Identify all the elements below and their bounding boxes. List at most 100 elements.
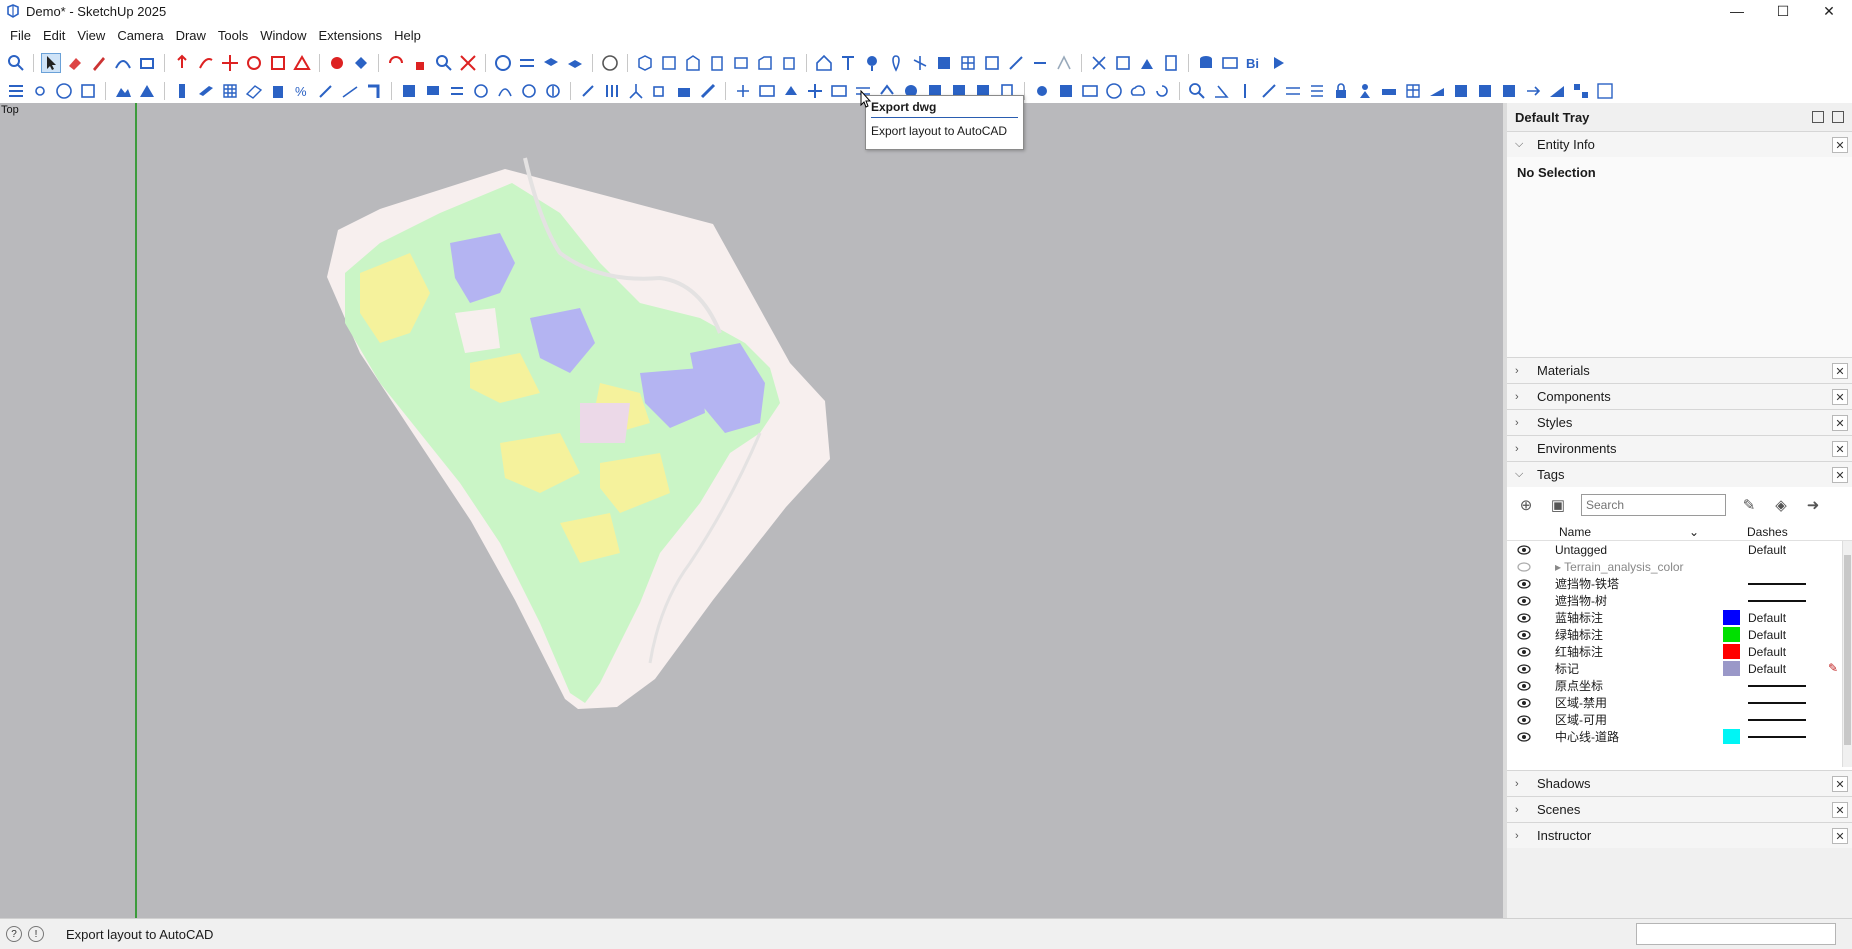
tile-c-icon[interactable] [1499,81,1519,101]
tag-row[interactable]: 原点坐标 [1507,677,1852,694]
view-front-icon[interactable] [683,53,703,73]
close-icon[interactable]: ✕ [1832,441,1848,457]
bi-icon[interactable]: Bi [1244,53,1264,73]
eye-icon[interactable] [1517,612,1531,623]
tag-dash-line[interactable] [1748,599,1806,602]
refresh-icon[interactable] [1152,81,1172,101]
view-back-icon[interactable] [731,53,751,73]
panel-tags[interactable]: ⌵ Tags ✕ [1507,461,1852,487]
close-icon[interactable]: ✕ [1832,137,1848,153]
percent-icon[interactable]: % [292,81,312,101]
tag-row[interactable]: 区域-可用 [1507,711,1852,728]
plane-icon[interactable] [196,81,216,101]
cloud-upload-icon[interactable] [1128,81,1148,101]
lod-icon[interactable] [1220,53,1240,73]
menu-camera[interactable]: Camera [111,26,169,46]
tag-color-swatch[interactable] [1723,644,1740,659]
cross-move-icon[interactable] [805,81,825,101]
paint-bucket-icon[interactable] [351,53,371,73]
arrows-icon[interactable] [1283,81,1303,101]
plugin-a-icon[interactable] [982,53,1002,73]
menu-help[interactable]: Help [388,26,427,46]
maximize-button[interactable]: ☐ [1760,0,1806,22]
image-edit-icon[interactable] [1080,81,1100,101]
menu-draw[interactable]: Draw [170,26,212,46]
geo-location-icon[interactable]: ? [6,926,22,942]
offset-tool-icon[interactable] [292,53,312,73]
swap-icon[interactable] [447,81,467,101]
tag-row[interactable]: 绿轴标注 Default [1507,626,1852,643]
trash-icon[interactable] [268,81,288,101]
tag-row[interactable]: ▸ Terrain_analysis_color [1507,558,1852,575]
view-right-icon[interactable] [707,53,727,73]
eye-icon[interactable] [1517,714,1531,725]
add-folder-icon[interactable]: ▣ [1549,496,1567,514]
database-icon[interactable] [1196,53,1216,73]
tag-dashes[interactable]: Default [1748,628,1786,642]
tag-color-swatch[interactable] [1723,610,1740,625]
tag-dash-line[interactable] [1748,701,1806,704]
house-icon[interactable] [814,53,834,73]
search-tool-icon[interactable] [6,53,26,73]
cube-icon[interactable] [934,53,954,73]
chat-icon[interactable] [423,81,443,101]
tag-row[interactable]: 蓝轴标注 Default [1507,609,1852,626]
ramp-icon[interactable] [1427,81,1447,101]
shape-fill-icon[interactable] [781,81,801,101]
anchor-icon[interactable] [543,81,563,101]
view-top-icon[interactable] [659,53,679,73]
eye-icon[interactable] [1517,646,1531,657]
tree-diagram-icon[interactable] [733,81,753,101]
fence-icon[interactable] [602,81,622,101]
tag-row[interactable]: 标记 Default ✎ [1507,660,1852,677]
menu-extensions[interactable]: Extensions [313,26,389,46]
menu-view[interactable]: View [71,26,111,46]
dimension-icon[interactable] [1235,81,1255,101]
panel-environments[interactable]: › Environments ✕ [1507,435,1852,461]
orbit-tool-icon[interactable] [386,53,406,73]
car-icon[interactable] [1379,81,1399,101]
panel-shadows[interactable]: › Shadows ✕ [1507,770,1852,796]
curve-b-icon[interactable] [495,81,515,101]
export-icon[interactable] [1523,81,1543,101]
tag-dash-line[interactable] [1748,718,1806,721]
tag-row[interactable]: 红轴标注 Default [1507,643,1852,660]
gear-icon[interactable] [1032,81,1052,101]
close-icon[interactable]: ✕ [1832,363,1848,379]
close-icon[interactable]: ✕ [1832,802,1848,818]
eye-icon[interactable] [1517,578,1531,589]
menu-lines-icon[interactable] [6,81,26,101]
angle-icon[interactable] [1211,81,1231,101]
eye-icon[interactable] [1517,544,1531,555]
panel-instructor[interactable]: › Instructor ✕ [1507,822,1852,848]
grid-icon[interactable] [958,53,978,73]
close-icon[interactable]: ✕ [1832,828,1848,844]
move-tool-icon[interactable] [220,53,240,73]
eye-icon[interactable] [1517,629,1531,640]
plugin-g-icon[interactable] [1137,53,1157,73]
tile-a-icon[interactable] [1451,81,1471,101]
sun-icon[interactable] [30,81,50,101]
slope-ramp-icon[interactable] [1547,81,1567,101]
tag-color-swatch[interactable] [1723,593,1740,608]
tag-row[interactable]: 区域-禁用 [1507,694,1852,711]
scale-tool-icon[interactable] [268,53,288,73]
tag-color-icon[interactable]: ◈ [1772,496,1790,514]
person-icon[interactable] [1355,81,1375,101]
tag-dashes[interactable]: Default [1748,645,1786,659]
panel-scenes[interactable]: › Scenes ✕ [1507,796,1852,822]
tag-row[interactable]: 遮挡物-铁塔 [1507,575,1852,592]
view-left-icon[interactable] [755,53,775,73]
frame-icon[interactable] [78,81,98,101]
qr-icon[interactable] [1571,81,1591,101]
curve-c-icon[interactable] [519,81,539,101]
view-iso-icon[interactable] [635,53,655,73]
warehouse-icon[interactable] [493,53,513,73]
add-tag-icon[interactable]: ⊕ [1517,496,1535,514]
image-icon[interactable] [757,81,777,101]
shape-tool-icon[interactable] [137,53,157,73]
help-icon[interactable] [1104,81,1124,101]
tag-dash-line[interactable] [1748,684,1806,687]
pipe-icon[interactable] [364,81,384,101]
arc-tool-icon[interactable] [113,53,133,73]
